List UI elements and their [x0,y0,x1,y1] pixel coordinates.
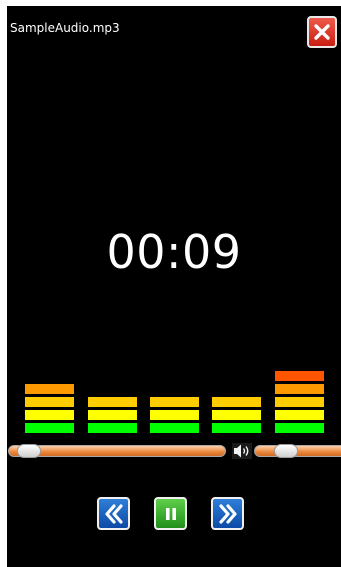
equalizer-segment [150,397,199,407]
equalizer-segment [275,384,324,394]
equalizer-segment [150,410,199,420]
pause-button[interactable] [154,497,187,530]
equalizer-segment [275,423,324,433]
equalizer-segment [88,410,137,420]
progress-slider[interactable] [8,444,226,458]
equalizer-segment [88,397,137,407]
volume-slider[interactable] [254,444,341,458]
close-button[interactable] [307,16,337,48]
equalizer-segment [275,410,324,420]
rewind-button[interactable] [97,497,130,530]
equalizer-segment [212,423,261,433]
equalizer-segment [212,397,261,407]
equalizer-segment [25,423,74,433]
double-chevron-right-icon [218,503,237,524]
equalizer-segment [25,410,74,420]
close-icon [314,24,330,40]
equalizer-segment [275,397,324,407]
equalizer-segment [275,371,324,381]
equalizer-segment [25,384,74,394]
player-screen: SampleAudio.mp3 00:09 [7,6,341,567]
volume-slider-thumb[interactable] [274,444,298,458]
fast-forward-button[interactable] [211,497,244,530]
file-name: SampleAudio.mp3 [10,21,120,35]
elapsed-time: 00:09 [106,225,242,279]
pause-icon [165,507,176,520]
progress-slider-thumb[interactable] [17,444,41,458]
equalizer-segment [88,423,137,433]
equalizer-segment [150,423,199,433]
double-chevron-left-icon [104,503,123,524]
speaker-icon[interactable] [232,443,252,459]
equalizer-segment [25,397,74,407]
equalizer-segment [212,410,261,420]
